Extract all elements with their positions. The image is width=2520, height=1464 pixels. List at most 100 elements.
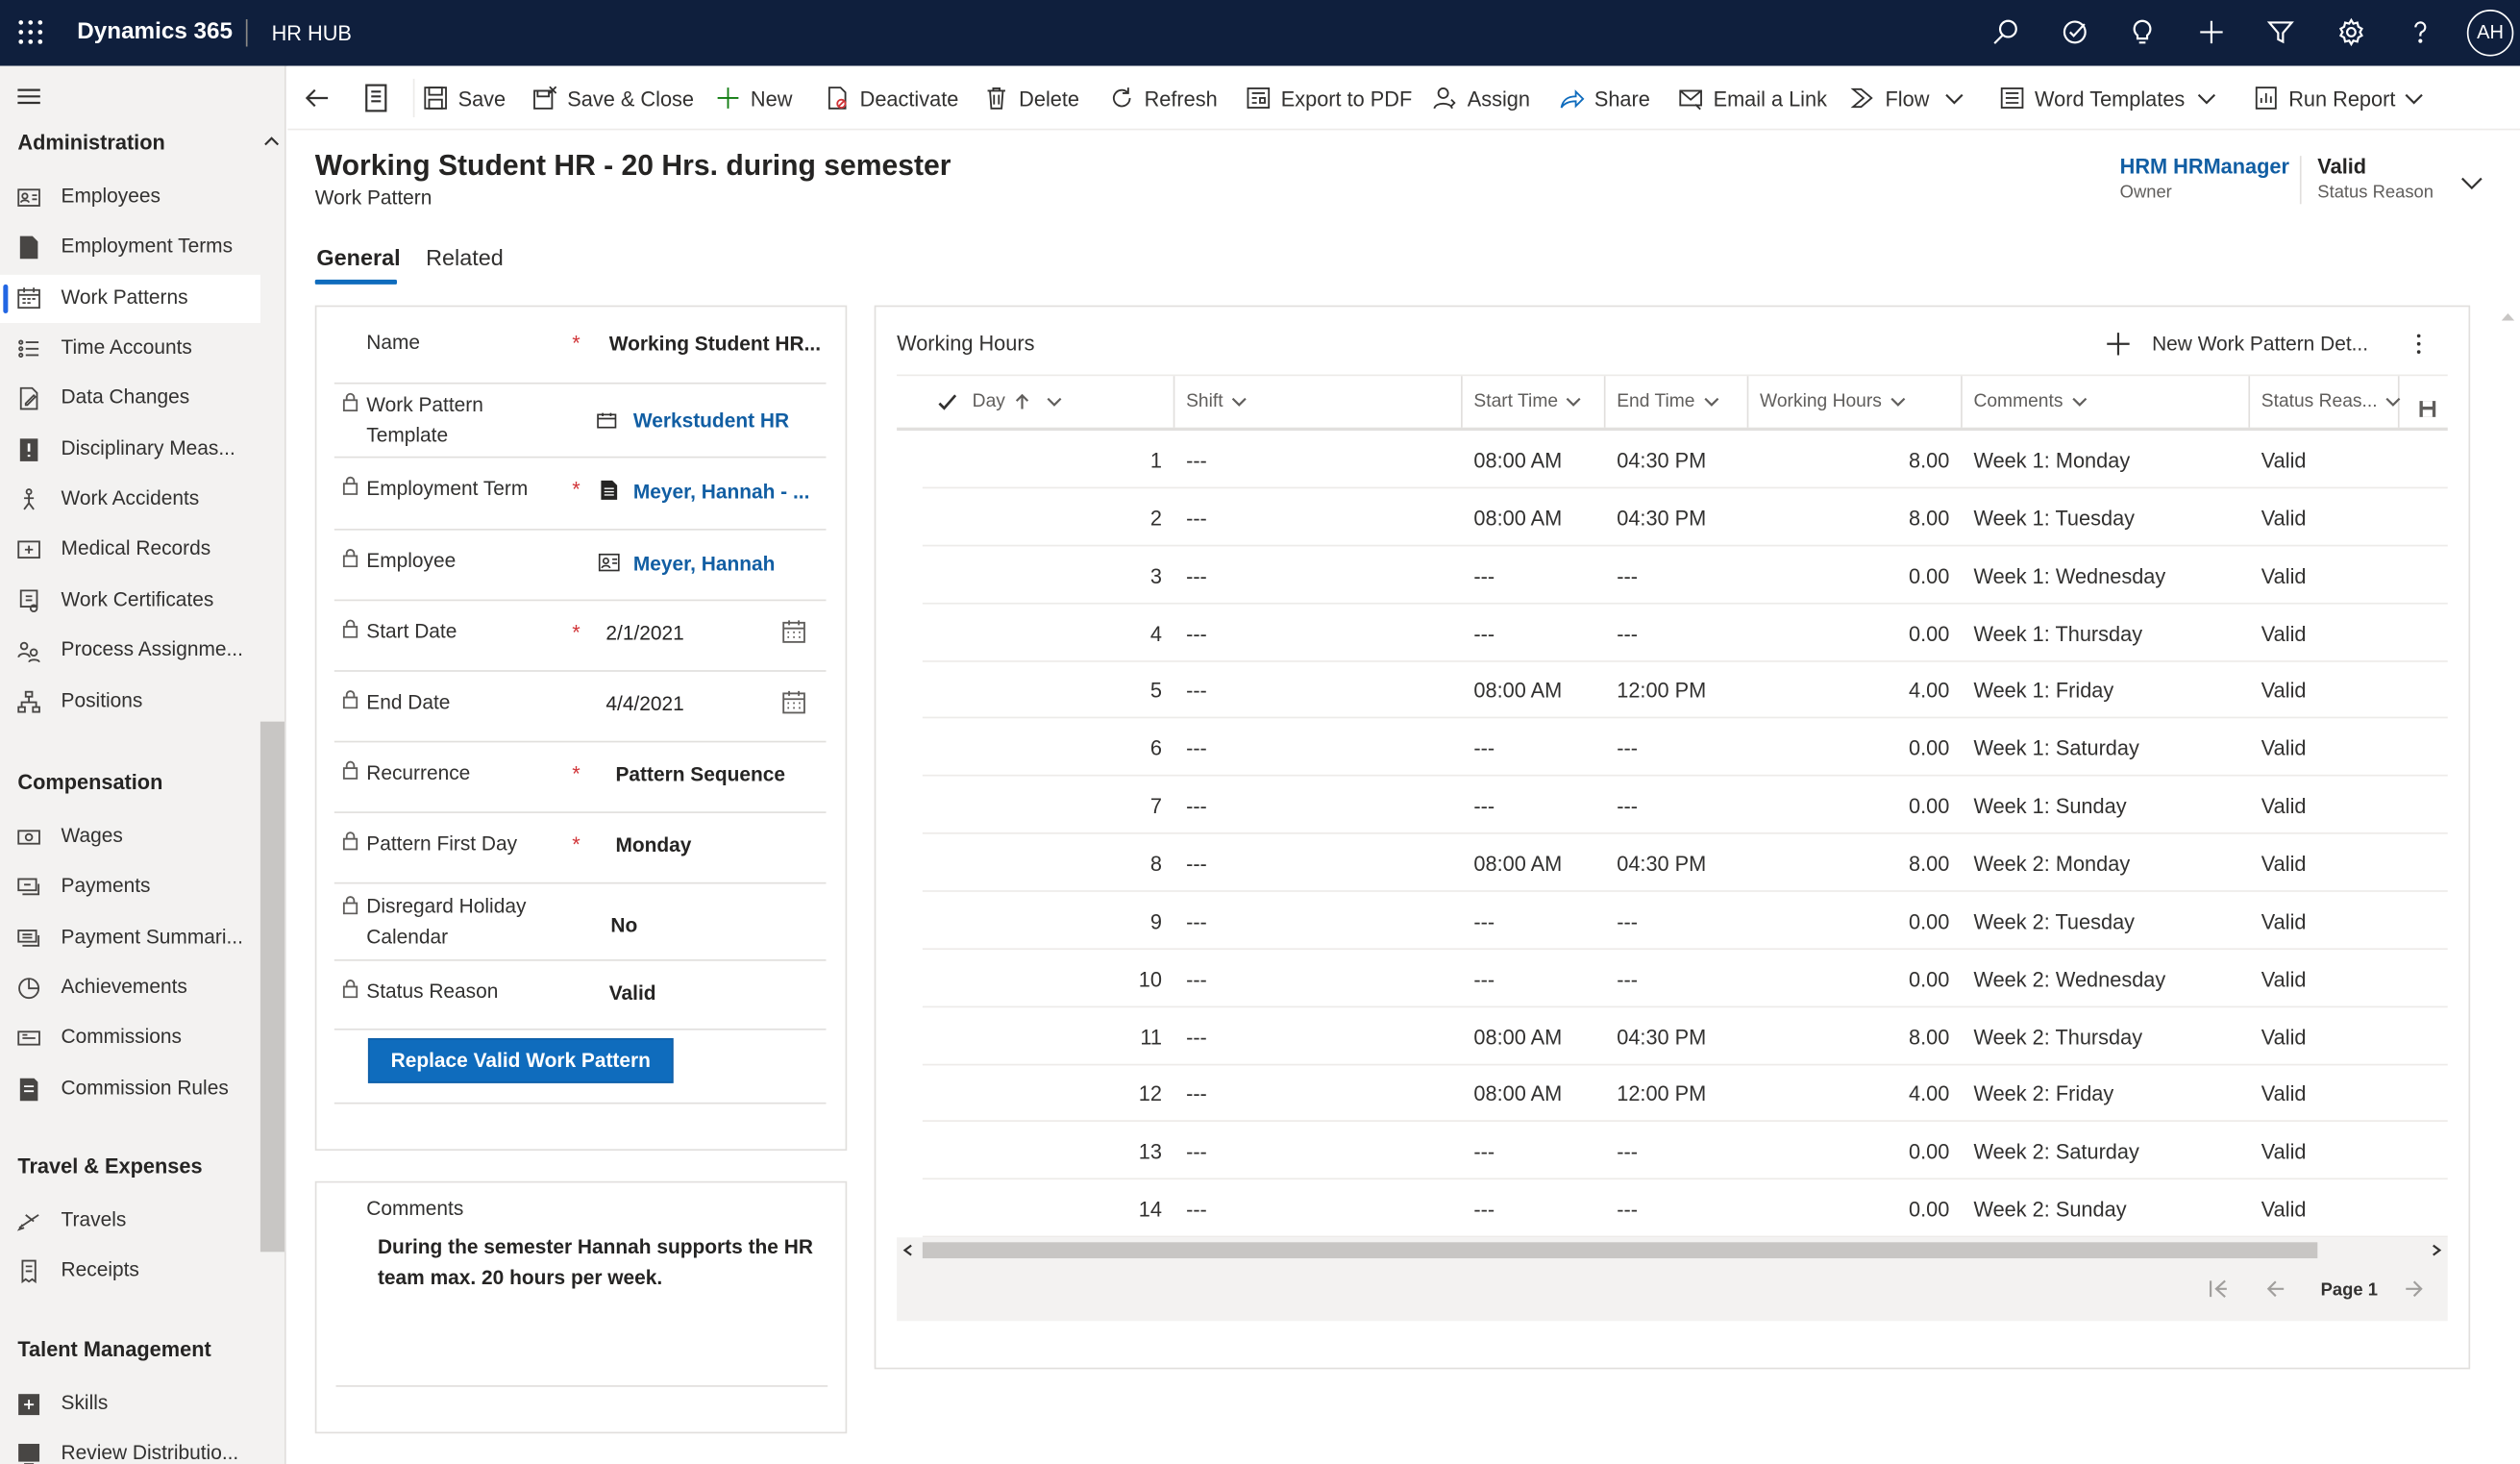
add-icon[interactable]	[2195, 16, 2227, 48]
sidebar-item-employees[interactable]: Employees	[0, 174, 260, 222]
sidebar-group-header[interactable]: Administration	[17, 130, 164, 154]
table-row[interactable]: 6 --- --- --- 0.00 Week 1: Saturday Valid	[922, 719, 2448, 777]
form-selector-icon[interactable]	[363, 84, 389, 112]
name-input[interactable]: Working Student HR...	[609, 333, 821, 355]
app-area-name[interactable]: HR HUB	[272, 0, 352, 66]
disregard-holiday-calendar-toggle[interactable]: No	[610, 914, 637, 936]
flow-dropdown-chevron-icon[interactable]	[1944, 88, 1964, 108]
recurrence-select[interactable]: Pattern Sequence	[615, 763, 785, 785]
filter-icon[interactable]	[2264, 16, 2296, 48]
user-avatar[interactable]: AH	[2466, 10, 2514, 57]
employee-link[interactable]: Meyer, Hannah	[633, 553, 776, 575]
sidebar-item-payment-summari[interactable]: Payment Summari...	[0, 914, 260, 962]
table-row[interactable]: 5 --- 08:00 AM 12:00 PM 4.00 Week 1: Friday Va…	[922, 661, 2448, 719]
assign-button[interactable]: Assign	[1432, 66, 1530, 131]
collapse-group-chevron-icon[interactable]	[263, 134, 280, 150]
sidebar-item-medical-records[interactable]: Medical Records	[0, 526, 260, 574]
sidebar-group-header[interactable]: Talent Management	[17, 1337, 210, 1361]
app-name[interactable]: Dynamics 365	[77, 0, 233, 66]
table-row[interactable]: 8 --- 08:00 AM 04:30 PM 8.00 Week 2: Monday Va…	[922, 834, 2448, 892]
new-work-pattern-detail-button[interactable]: New Work Pattern Det...	[2106, 328, 2368, 360]
table-row[interactable]: 3 --- --- --- 0.00 Week 1: Wednesday Valid	[922, 546, 2448, 605]
save-button[interactable]: Save	[423, 66, 506, 131]
sidebar-item-process-assignme[interactable]: Process Assignme...	[0, 627, 260, 675]
employment-term-link[interactable]: Meyer, Hannah - ...	[633, 481, 810, 503]
deactivate-button[interactable]: Deactivate	[825, 66, 958, 131]
table-row[interactable]: 14 --- --- --- 0.00 Week 2: Sunday Valid	[922, 1179, 2448, 1238]
sidebar-item-commission-rules[interactable]: Commission Rules	[0, 1065, 260, 1113]
table-row[interactable]: 1 --- 08:00 AM 04:30 PM 8.00 Week 1: Monday Va…	[922, 431, 2448, 489]
delete-button[interactable]: Delete	[983, 66, 1079, 131]
table-row[interactable]: 12 --- 08:00 AM 12:00 PM 4.00 Week 2: Friday V…	[922, 1064, 2448, 1123]
tab-general[interactable]: General	[316, 244, 400, 270]
lightbulb-icon[interactable]	[2126, 16, 2158, 48]
table-row[interactable]: 13 --- --- --- 0.00 Week 2: Saturday Valid	[922, 1122, 2448, 1180]
start-date-input[interactable]: 2/1/2021	[605, 622, 683, 644]
table-row[interactable]: 9 --- --- --- 0.00 Week 2: Tuesday Valid	[922, 892, 2448, 950]
calendar-icon[interactable]	[781, 689, 807, 715]
word-templates-dropdown-chevron-icon[interactable]	[2197, 88, 2216, 108]
hamburger-menu-icon[interactable]	[16, 86, 42, 108]
tab-related[interactable]: Related	[426, 244, 504, 270]
scrollbar-thumb[interactable]	[922, 1242, 2318, 1259]
column-header-working-hours[interactable]: Working Hours	[1748, 376, 1963, 428]
column-header-shift[interactable]: Shift	[1174, 376, 1463, 428]
refresh-button[interactable]: Refresh	[1109, 66, 1218, 131]
search-icon[interactable]	[1989, 16, 2021, 48]
sidebar-group-header[interactable]: Compensation	[17, 770, 162, 794]
table-row[interactable]: 10 --- --- --- 0.00 Week 2: Wednesday Valid	[922, 949, 2448, 1007]
next-page-icon[interactable]	[2405, 1279, 2424, 1299]
sidebar-scrollbar-thumb[interactable]	[259, 721, 284, 1253]
sidebar-item-wages[interactable]: Wages	[0, 813, 260, 861]
column-header-day[interactable]: Day	[961, 376, 1175, 428]
sidebar-item-achievements[interactable]: Achievements	[0, 964, 260, 1012]
scroll-right-arrow-icon[interactable]	[2430, 1244, 2442, 1256]
status-reason-form-value[interactable]: Valid	[609, 981, 656, 1004]
more-options-icon[interactable]	[2410, 331, 2427, 357]
sidebar-item-work-accidents[interactable]: Work Accidents	[0, 476, 260, 524]
sidebar-item-travels[interactable]: Travels	[0, 1197, 260, 1245]
table-row[interactable]: 7 --- --- --- 0.00 Week 1: Sunday Valid	[922, 777, 2448, 834]
first-page-icon[interactable]	[2209, 1279, 2228, 1299]
grid-horizontal-scrollbar[interactable]	[897, 1237, 2448, 1264]
task-icon[interactable]	[2059, 16, 2090, 48]
email-a-link-button[interactable]: Email a Link	[1678, 66, 1827, 131]
column-header-status-reas[interactable]: Status Reas...	[2250, 376, 2401, 428]
sidebar-item-work-patterns[interactable]: Work Patterns	[0, 274, 260, 323]
back-arrow-icon[interactable]	[304, 86, 330, 112]
sidebar-item-data-changes[interactable]: Data Changes	[0, 375, 260, 423]
new-button[interactable]: New	[715, 66, 792, 131]
sidebar-item-payments[interactable]: Payments	[0, 863, 260, 911]
sidebar-item-skills[interactable]: Skills	[0, 1380, 260, 1428]
scroll-up-arrow-icon[interactable]	[2501, 311, 2515, 321]
save-close-button[interactable]: Save & Close	[531, 66, 694, 131]
export-to-pdf-button[interactable]: Export to PDF	[1246, 66, 1412, 131]
table-row[interactable]: 11 --- 08:00 AM 04:30 PM 8.00 Week 2: Thursda…	[922, 1006, 2448, 1065]
column-header-start-time[interactable]: Start Time	[1463, 376, 1606, 428]
sidebar-item-disciplinary-meas[interactable]: Disciplinary Meas...	[0, 426, 260, 474]
sidebar-item-positions[interactable]: Positions	[0, 678, 260, 726]
sidebar-item-commissions[interactable]: Commissions	[0, 1015, 260, 1063]
end-date-input[interactable]: 4/4/2021	[605, 693, 683, 715]
word-templates-button[interactable]: Word Templates	[1999, 66, 2185, 131]
settings-icon[interactable]	[2335, 16, 2367, 48]
sidebar-item-time-accounts[interactable]: Time Accounts	[0, 325, 260, 373]
work-pattern-template-link[interactable]: Werkstudent HR	[633, 409, 789, 432]
column-header-end-time[interactable]: End Time	[1606, 376, 1749, 428]
sidebar-item-review-distributio[interactable]: Review Distributio...	[0, 1430, 260, 1464]
help-icon[interactable]	[2405, 16, 2436, 48]
table-row[interactable]: 4 --- --- --- 0.00 Week 1: Thursday Valid	[922, 604, 2448, 662]
share-button[interactable]: Share	[1559, 66, 1650, 131]
page-vertical-scrollbar[interactable]	[2496, 306, 2520, 1464]
comments-textarea[interactable]: During the semester Hannah supports the …	[378, 1232, 820, 1294]
calendar-icon[interactable]	[781, 619, 807, 645]
sidebar-item-employment-terms[interactable]: Employment Terms	[0, 224, 260, 272]
flow-button[interactable]: Flow	[1850, 66, 1929, 131]
previous-page-icon[interactable]	[2266, 1279, 2285, 1299]
scroll-left-arrow-icon[interactable]	[902, 1244, 914, 1256]
run-report-button[interactable]: Run Report	[2253, 66, 2395, 131]
sidebar-group-header[interactable]: Travel & Expenses	[17, 1154, 202, 1178]
sidebar-item-work-certificates[interactable]: Work Certificates	[0, 577, 260, 625]
app-launcher-icon[interactable]	[17, 19, 43, 45]
sidebar-item-receipts[interactable]: Receipts	[0, 1248, 260, 1296]
